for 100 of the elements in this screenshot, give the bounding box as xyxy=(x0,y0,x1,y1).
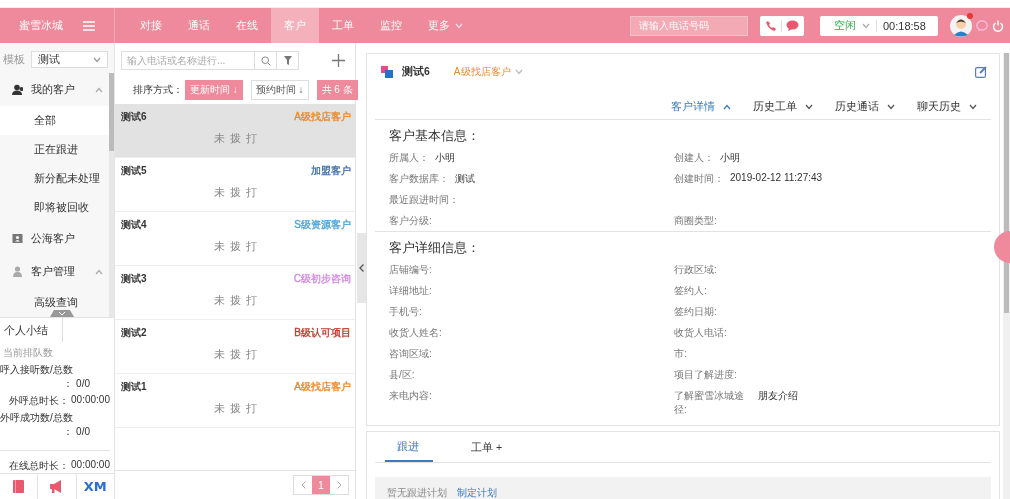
chevron-down-icon xyxy=(93,56,101,63)
sort-option[interactable]: 预约时间 ↓ xyxy=(250,80,309,100)
customer-icon xyxy=(381,66,394,78)
chevron-down-icon xyxy=(862,22,870,29)
customer-tag: C级初步咨询 xyxy=(293,272,351,286)
call-status: 未 拨 打 xyxy=(214,132,258,146)
chevron-down-icon xyxy=(887,104,895,110)
chevron-down-icon xyxy=(514,69,523,75)
menu-item[interactable]: 新分配未处理 xyxy=(0,164,109,193)
menu-group[interactable]: 客户管理 xyxy=(0,255,109,288)
person-icon xyxy=(12,266,23,277)
field-label: 收货人电话: xyxy=(674,326,727,340)
menu-item[interactable]: 全部 xyxy=(0,106,109,135)
create-plan-link[interactable]: 制定计划 xyxy=(457,486,497,499)
edit-button[interactable] xyxy=(975,66,987,78)
follow-up-tab[interactable]: 跟进 xyxy=(385,440,433,462)
agent-status-box[interactable]: 空闲 00:18:58 xyxy=(820,15,938,36)
call-button[interactable] xyxy=(765,19,777,32)
search-field[interactable]: 输入电话或名称进行... xyxy=(121,51,255,70)
field-label: 手机号: xyxy=(389,305,422,319)
template-select[interactable]: 测试 xyxy=(31,51,108,68)
call-status: 未 拨 打 xyxy=(214,294,258,308)
field-label: 市: xyxy=(674,347,687,361)
customer-item[interactable]: 测试3 C级初步咨询 未 拨 打 xyxy=(115,266,355,320)
summary-value: 00:00:00 xyxy=(71,458,110,472)
summary-value: ： 0/0 xyxy=(63,376,91,391)
customer-name: 测试4 xyxy=(121,218,147,232)
customer-item[interactable]: 测试4 S级资源客户 未 拨 打 xyxy=(115,212,355,266)
customer-name: 测试3 xyxy=(121,272,147,286)
menu-item[interactable]: 正在跟进 xyxy=(0,135,109,164)
field-label: 签约日期: xyxy=(674,305,717,319)
menu-item[interactable]: 高级查询 xyxy=(0,288,109,317)
call-status: 未 拨 打 xyxy=(214,240,258,254)
field-label: 商圈类型: xyxy=(674,214,717,228)
summary-tab[interactable]: 个人小结 xyxy=(0,317,63,342)
field-value: 朋友介绍 xyxy=(758,389,798,403)
follow-up-tab[interactable]: 工单 + xyxy=(459,440,517,462)
field-label: 咨询区域: xyxy=(389,347,432,361)
chat-button[interactable] xyxy=(786,19,799,32)
summary-label: 呼入接听数/总数 xyxy=(0,362,74,377)
customer-item[interactable]: 测试5 加盟客户 未 拨 打 xyxy=(115,158,355,212)
field-label: 创建时间： xyxy=(674,172,724,186)
menu-group[interactable]: 我的客户 xyxy=(0,73,109,106)
collapse-handle-icon[interactable] xyxy=(50,309,74,317)
field-label: 收货人姓名: xyxy=(389,326,442,340)
detail-tab[interactable]: 聊天历史 xyxy=(917,100,977,114)
menu-icon[interactable] xyxy=(83,20,95,31)
customer-name: 测试6 xyxy=(121,110,147,124)
chevron-down-icon xyxy=(455,22,463,29)
detail-tab[interactable]: 历史通话 xyxy=(835,100,895,114)
brand-name: 蜜雪冰城 xyxy=(19,18,63,33)
summary-caption: 当前排队数 xyxy=(2,345,54,360)
customer-tag: A级找店客户 xyxy=(294,110,351,124)
search-button[interactable] xyxy=(255,51,277,70)
field-label: 了解蜜雪冰城途径: xyxy=(674,389,745,417)
section-title: 客户基本信息： xyxy=(389,128,481,145)
field-value: 测试 xyxy=(455,172,475,186)
customer-name: 测试2 xyxy=(121,326,147,340)
detail-tab[interactable]: 历史工单 xyxy=(753,100,813,114)
summary-value: 00:00:00 xyxy=(71,393,110,407)
customer-tag: 加盟客户 xyxy=(311,164,351,178)
detail-tab[interactable]: 客户详情 xyxy=(671,100,731,114)
message-icon[interactable] xyxy=(976,19,988,32)
menu-group[interactable]: 公海客户 xyxy=(0,222,109,255)
menu-item[interactable]: 即将被回收 xyxy=(0,193,109,222)
template-label: 模板 xyxy=(3,52,25,67)
status-value: 空闲 xyxy=(834,18,856,33)
collapse-tab[interactable] xyxy=(357,233,366,303)
field-value: 2019-02-12 11:27:43 xyxy=(730,172,823,185)
call-timer: 00:18:58 xyxy=(883,19,926,32)
book-icon xyxy=(13,479,25,493)
power-icon[interactable] xyxy=(992,19,1004,32)
total-count: 共 6 条 xyxy=(316,80,358,100)
customer-item[interactable]: 测试2 B级认可项目 未 拨 打 xyxy=(115,320,355,374)
field-label: 项目了解进度: xyxy=(674,368,737,382)
section-title: 客户详细信息： xyxy=(389,240,481,257)
avatar-icon[interactable] xyxy=(950,14,972,37)
contact-card-icon xyxy=(12,233,23,244)
chevron-left-icon xyxy=(359,264,364,272)
chevron-down-icon xyxy=(805,104,813,110)
customer-item[interactable]: 测试1 A级找店客户 未 拨 打 xyxy=(115,374,355,428)
chevron-right-icon xyxy=(336,481,342,489)
customer-tag: A级找店客户 xyxy=(294,380,351,394)
chat-bubble-icon xyxy=(786,19,799,32)
edit-icon xyxy=(975,66,987,78)
field-value: 小明 xyxy=(435,151,455,165)
field-label: 详细地址: xyxy=(389,284,432,298)
search-icon xyxy=(260,55,271,66)
chevron-left-icon xyxy=(300,481,306,489)
summary-label: 外呼成功数/总数 xyxy=(0,410,74,425)
filter-button[interactable] xyxy=(277,51,299,70)
field-label: 客户数据库： xyxy=(389,172,449,186)
phone-icon xyxy=(765,19,777,32)
field-label: 行政区域: xyxy=(674,263,717,277)
summary-label: 外呼总时长： xyxy=(9,393,70,408)
sort-label: 排序方式： xyxy=(133,83,183,97)
call-status: 未 拨 打 xyxy=(214,402,258,416)
customer-item[interactable]: 测试6 A级找店客户 未 拨 打 xyxy=(115,104,355,158)
phone-input[interactable]: 请输入电话号码 xyxy=(630,15,748,36)
field-label: 创建人： xyxy=(674,151,714,165)
